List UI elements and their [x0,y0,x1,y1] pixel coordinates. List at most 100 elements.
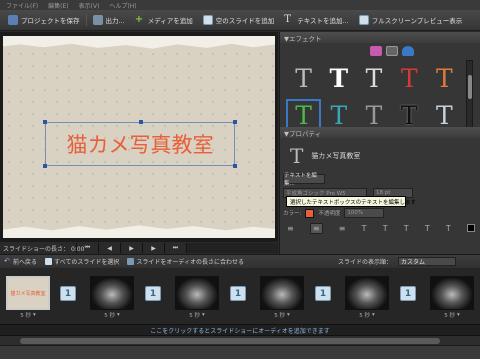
fullscreen-preview-button[interactable]: フルスクリーンプレビュー表示 [355,13,466,28]
slide-thumb-image [175,276,219,310]
slide-duration[interactable]: 5 秒 ▾ [430,310,474,320]
step-forward-icon: ▶ [151,244,156,252]
back-button[interactable]: ↶ 前へ戻る [4,257,37,267]
shadow-color-swatch[interactable] [466,224,475,232]
toolbar: プロジェクトを保存 出力... + メディアを追加 空のスライドを追加 T テキ… [0,10,480,31]
first-slide-button[interactable]: ⏮ [76,243,98,253]
slide-title-text[interactable]: 猫カメ写真教室 [46,123,234,165]
filmstrip-scroll-thumb[interactable] [20,338,440,344]
properties-header[interactable]: ▼プロパティ [280,127,480,138]
slide-thumbnail-1[interactable]: 猫カメ写真教室 5 秒 ▾ [6,276,50,322]
add-text-button[interactable]: T テキストを追加... [280,13,353,28]
text-style-plain[interactable]: T [286,62,321,95]
add-blank-slide-button[interactable]: 空のスライドを追加 [199,13,279,28]
slide-thumbnail-5[interactable]: 5 秒 ▾ [345,276,389,322]
dropdown-arrow-icon: ▾ [116,312,120,318]
text-shadow-icon[interactable]: T [362,224,367,233]
transition-icon[interactable]: 1 [60,286,76,301]
transition-icon[interactable]: 1 [145,286,161,301]
filmstrip-scrollbar[interactable] [0,335,480,345]
effects-header[interactable]: ▼エフェクト [280,32,480,43]
slide-thumbnail-3[interactable]: 5 秒 ▾ [175,276,219,322]
slideshow-length: スライドショーの長さ： 0:00 [3,245,85,253]
add-audio-bar[interactable]: ここをクリックするとスライドショーにオーディオを追加できます [0,324,480,335]
transition-icon[interactable]: 1 [315,286,331,301]
skip-back-icon: ⏮ [84,244,91,251]
add-media-button[interactable]: + メディアを追加 [131,13,197,28]
previous-slide-button[interactable]: ◀ [98,243,120,253]
opacity-select[interactable]: 100% [344,208,385,218]
slide-duration[interactable]: 5 秒 ▾ [6,310,50,320]
effects-scrollbar[interactable] [466,60,473,136]
alignment-row: ≡ ≡ ≡ T T T T T [283,220,479,236]
slide-order-control: スライドの表示順： カスタム [338,257,480,266]
transition-icon[interactable]: 1 [230,286,246,301]
timeline-slider[interactable] [186,243,278,253]
text-color-swatch[interactable] [305,208,315,218]
slide-thumbnail-6[interactable]: 5 秒 ▾ [430,276,474,322]
text-style-icon-5[interactable]: T [446,224,451,233]
transition-icon[interactable]: 1 [400,286,416,301]
play-button[interactable]: ▶ [120,243,142,253]
status-bar [0,345,480,359]
slide-duration[interactable]: 5 秒 ▾ [345,310,389,320]
monitor-icon [358,15,369,25]
text-style-outline[interactable]: T [356,62,391,95]
next-slide-button[interactable]: ▶ [142,243,164,253]
effects-scroll-thumb[interactable] [468,75,472,99]
slide-thumbnail-4[interactable]: 5 秒 ▾ [260,276,304,322]
menu-edit[interactable]: 編集(E) [48,1,68,10]
resize-handle-tc[interactable] [139,120,143,124]
text-box[interactable]: 猫カメ写真教室 [43,120,237,168]
save-icon [8,15,18,25]
menu-file[interactable]: ファイル(F) [6,1,38,10]
slide-duration[interactable]: 5 秒 ▾ [175,310,219,320]
output-button[interactable]: 出力... [89,13,129,28]
text-item-name: 猫カメ写真教室 [311,152,361,160]
edit-text-button[interactable]: テキストを編集... [283,173,325,187]
torn-paper-bottom [3,225,275,238]
fit-to-audio-button[interactable]: スライドをオーディオの長さに合わせる [127,257,244,266]
image-effects-tab-icon[interactable] [370,46,382,56]
text-style-icon-2[interactable]: T [383,224,388,233]
dropdown-arrow-icon: ▾ [456,312,460,318]
dropdown-arrow-icon: ▾ [371,312,375,318]
select-all-slides-button[interactable]: すべてのスライドを選択 [45,257,119,266]
resize-handle-tr[interactable] [233,120,237,124]
align-right-icon[interactable]: ≡ [339,224,346,233]
resize-handle-br[interactable] [233,164,237,168]
slide-duration[interactable]: 5 秒 ▾ [260,310,304,320]
text-style-icon-3[interactable]: T [404,224,409,233]
text-style-bold[interactable]: T [321,62,356,95]
skip-forward-icon: ⏭ [172,244,179,251]
text-effects-tab-icon[interactable] [386,46,398,56]
text-type-icon: T [290,144,304,168]
slide-thumbnail-2[interactable]: 5 秒 ▾ [90,276,134,322]
dropdown-arrow-icon: ▾ [286,312,290,318]
text-style-icon-4[interactable]: T [425,224,430,233]
slide-filmstrip: 猫カメ写真教室 5 秒 ▾ 1 5 秒 ▾ 1 5 秒 ▾ 1 5 秒 ▾ 1 5 秒 ▾… [0,268,480,324]
play-icon: ▶ [129,244,134,252]
select-all-icon [45,258,53,265]
graphic-effects-tab-icon[interactable] [402,46,414,56]
slide-duration[interactable]: 5 秒 ▾ [90,310,134,320]
resize-handle-bl[interactable] [43,164,47,168]
save-project-button[interactable]: プロジェクトを保存 [4,13,84,28]
menu-view[interactable]: 表示(V) [79,1,100,10]
menu-help[interactable]: ヘルプ(H) [109,1,136,10]
color-label: カラー: [283,211,302,217]
slide-order-select[interactable]: カスタム [398,257,456,266]
text-style-orange[interactable]: T [427,62,462,95]
text-icon: T [284,14,291,25]
slide-thumb-image [345,276,389,310]
resize-handle-tl[interactable] [43,120,47,124]
align-left-icon[interactable]: ≡ [287,224,294,233]
align-center-icon[interactable]: ≡ [309,222,323,234]
dropdown-arrow-icon: ▾ [32,312,36,318]
edit-text-tooltip: 選択したテキストボックスのテキストを編集します [286,196,416,207]
preview-area: 猫カメ写真教室 [0,32,278,242]
text-style-red[interactable]: T [392,62,427,95]
last-slide-button[interactable]: ⏭ [164,243,186,253]
slide-canvas[interactable]: 猫カメ写真教室 [3,36,275,238]
slide-strip-toolbar: ↶ 前へ戻る すべてのスライドを選択 スライドをオーディオの長さに合わせる スラ… [0,254,480,268]
